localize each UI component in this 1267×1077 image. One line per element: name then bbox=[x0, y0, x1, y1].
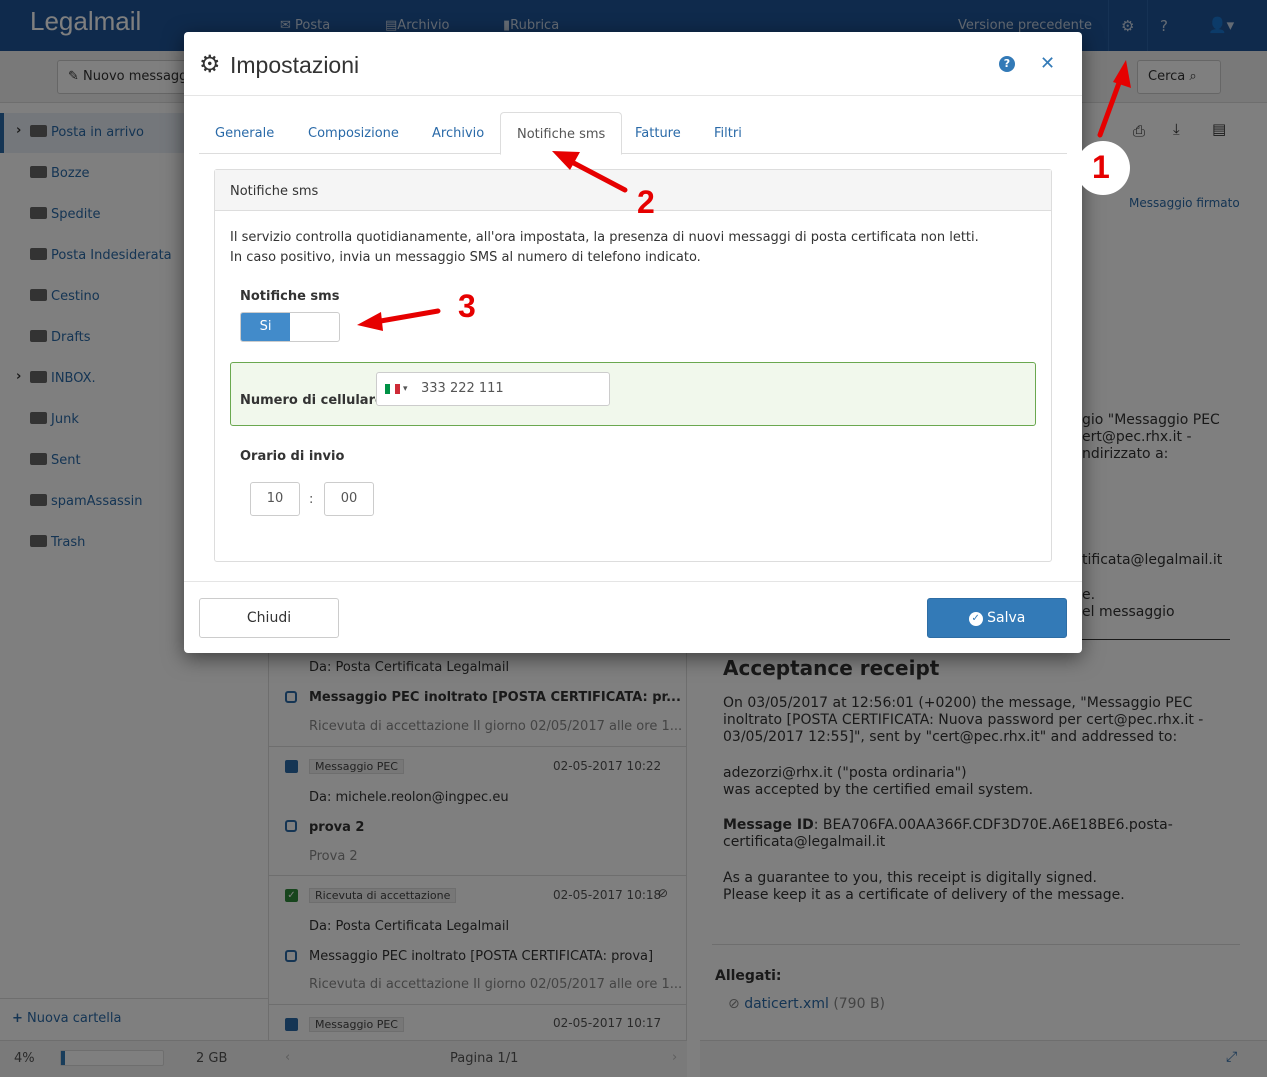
annotation-arrow-3 bbox=[372, 308, 441, 325]
annotation-arrowhead-2 bbox=[552, 151, 580, 170]
annotation-arrowhead-3 bbox=[357, 312, 383, 331]
annotation-number-1: 1 bbox=[1092, 149, 1110, 185]
annotation-number-2: 2 bbox=[637, 184, 655, 220]
annotation-arrowhead-1 bbox=[1113, 60, 1131, 88]
annotation-arrow-2 bbox=[565, 157, 628, 193]
annotation-number-3: 3 bbox=[458, 288, 476, 324]
annotation-arrows bbox=[357, 60, 1131, 331]
